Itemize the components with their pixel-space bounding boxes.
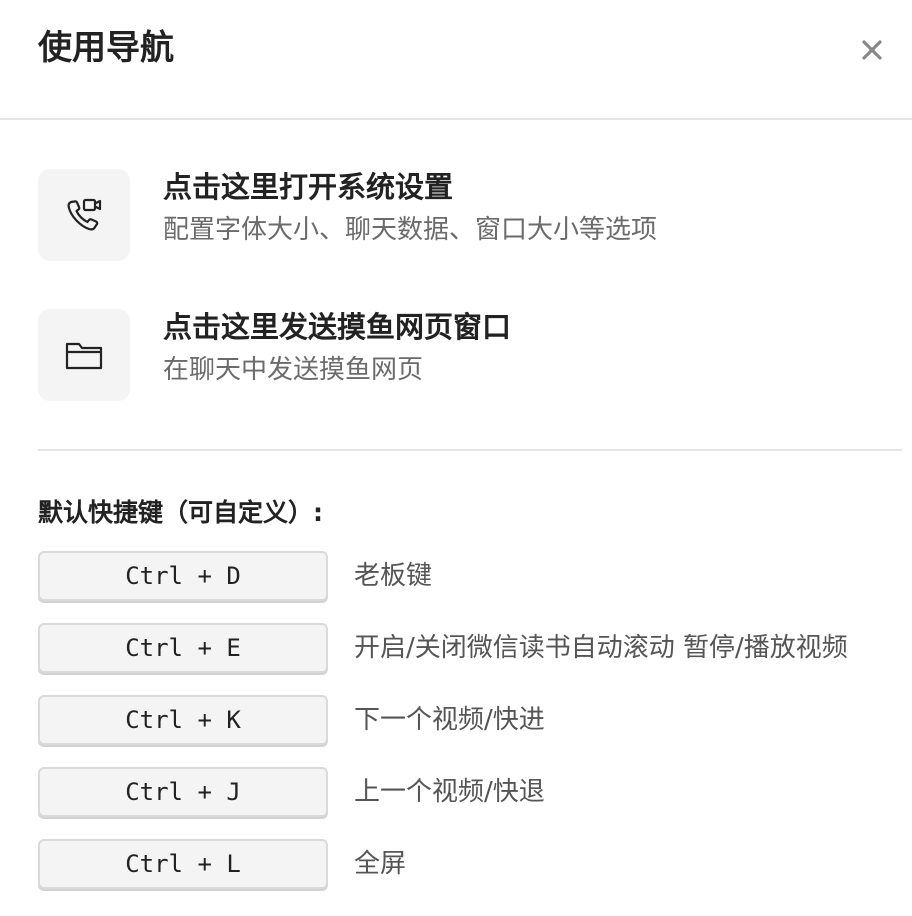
close-button[interactable] <box>852 30 892 70</box>
shortcut-key[interactable]: Ctrl + K <box>38 695 328 745</box>
shortcut-description: 全屏 <box>354 849 407 879</box>
shortcuts-heading: 默认快捷键（可自定义）: <box>38 498 323 527</box>
shortcut-row: Ctrl + K 下一个视频/快进 <box>38 695 908 747</box>
dialog-title: 使用导航 <box>38 28 174 68</box>
shortcut-key[interactable]: Ctrl + L <box>38 839 328 889</box>
settings-icon-box <box>38 169 130 261</box>
shortcut-key[interactable]: Ctrl + E <box>38 623 328 673</box>
shortcut-row: Ctrl + L 全屏 <box>38 839 908 891</box>
shortcut-key[interactable]: Ctrl + J <box>38 767 328 817</box>
send-fishing-page-description: 在聊天中发送摸鱼网页 <box>163 355 424 385</box>
shortcut-row: Ctrl + E 开启/关闭微信读书自动滚动 暂停/播放视频 <box>38 623 908 675</box>
video-call-icon <box>67 198 102 231</box>
shortcut-row: Ctrl + D 老板键 <box>38 551 908 603</box>
send-fishing-page-item[interactable]: 点击这里发送摸鱼网页窗口 在聊天中发送摸鱼网页 <box>38 309 878 401</box>
open-settings-title: 点击这里打开系统设置 <box>163 170 454 204</box>
folder-icon <box>65 342 103 370</box>
open-settings-item[interactable]: 点击这里打开系统设置 配置字体大小、聊天数据、窗口大小等选项 <box>38 169 878 261</box>
send-fishing-page-title: 点击这里发送摸鱼网页窗口 <box>163 310 512 344</box>
shortcut-description: 上一个视频/快退 <box>354 777 545 807</box>
navigation-dialog: 使用导航 点击这里打开系统设置 配置字体大小、聊天数据、窗口大小等选项 点击这里… <box>0 0 912 916</box>
folder-icon-box <box>38 309 130 401</box>
shortcut-description: 下一个视频/快进 <box>354 705 545 735</box>
shortcut-description: 开启/关闭微信读书自动滚动 暂停/播放视频 <box>354 633 848 663</box>
close-icon <box>862 40 882 60</box>
shortcut-row: Ctrl + J 上一个视频/快退 <box>38 767 908 819</box>
open-settings-description: 配置字体大小、聊天数据、窗口大小等选项 <box>163 215 658 245</box>
shortcut-description: 老板键 <box>354 561 433 591</box>
section-divider <box>38 449 902 451</box>
dialog-header: 使用导航 <box>0 0 912 120</box>
shortcut-key[interactable]: Ctrl + D <box>38 551 328 601</box>
